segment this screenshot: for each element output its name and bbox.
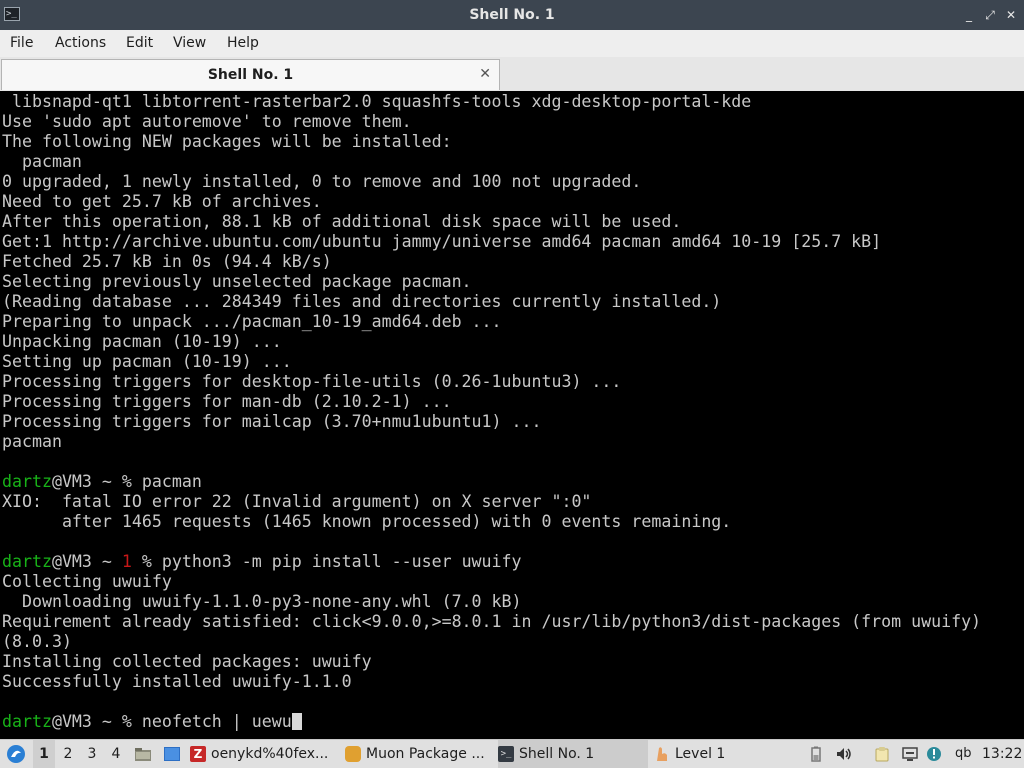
tab-close-icon[interactable]: ✕ [479, 65, 491, 83]
task-filezilla[interactable]: Z oenykd%40fex... [190, 740, 340, 768]
menu-edit[interactable]: Edit [126, 30, 153, 57]
notification-icon[interactable] [926, 746, 942, 762]
terminal-line: dartz@VM3 ~ 1 % python3 -m pip install -… [2, 552, 981, 572]
terminal-line: Need to get 25.7 kB of archives. [2, 192, 322, 211]
terminal-line: 0 upgraded, 1 newly installed, 0 to remo… [2, 172, 642, 191]
terminal-cursor [291, 713, 302, 730]
terminal-line: Processing triggers for mailcap (3.70+nm… [2, 412, 542, 431]
task-label: oenykd%40fex... [211, 746, 329, 762]
lubuntu-logo-icon [7, 745, 25, 763]
window-title: Shell No. 1 [469, 7, 555, 23]
pacman-game-icon [657, 747, 667, 761]
minimize-button[interactable]: _ [960, 6, 978, 24]
task-label: Muon Package ... [366, 746, 485, 762]
terminal-line: After this operation, 88.1 kB of additio… [2, 212, 682, 231]
prompt-host: @VM3 ~ [51, 712, 122, 731]
terminal-line: Setting up pacman (10-19) ... [2, 352, 292, 371]
terminal-line: dartz@VM3 ~ % pacman [2, 472, 981, 492]
terminal-line: Successfully installed uwuify-1.1.0 [2, 672, 352, 691]
terminal-line: Preparing to unpack .../pacman_10-19_amd… [2, 312, 502, 331]
terminal-line: Processing triggers for desktop-file-uti… [2, 372, 622, 391]
window-titlebar[interactable]: >_ Shell No. 1 _ ⤢ ✕ [0, 0, 1024, 30]
prompt-user: dartz [2, 712, 52, 731]
file-manager-launcher[interactable] [132, 740, 154, 768]
terminal-line: The following NEW packages will be insta… [2, 132, 452, 151]
terminal-line: Get:1 http://archive.ubuntu.com/ubuntu j… [2, 232, 882, 251]
terminal-view[interactable]: libsnapd-qt1 libtorrent-rasterbar2.0 squ… [0, 91, 1024, 739]
task-shell-no-1[interactable]: >_ Shell No. 1 [498, 740, 648, 768]
prompt-command: pacman [141, 472, 202, 491]
prompt-command: neofetch | uewu [141, 712, 292, 731]
task-label: Shell No. 1 [519, 746, 595, 762]
workspace-4[interactable]: 4 [105, 740, 127, 768]
prompt-host: @VM3 ~ [51, 472, 122, 491]
terminal-line: pacman [2, 152, 82, 171]
prompt-symbol: % [121, 472, 142, 491]
terminal-line: libsnapd-qt1 libtorrent-rasterbar2.0 squ… [2, 92, 752, 111]
file-manager-icon [135, 748, 151, 761]
menu-help[interactable]: Help [227, 30, 259, 57]
tab-bar: Shell No. 1 ✕ [0, 57, 1024, 91]
terminal-output: libsnapd-qt1 libtorrent-rasterbar2.0 squ… [2, 92, 981, 732]
menu-file[interactable]: File [10, 30, 33, 57]
menu-bar: File Actions Edit View Help [0, 30, 1024, 58]
muon-package-icon [345, 746, 361, 762]
battery-icon[interactable] [808, 746, 824, 762]
terminal-line: dartz@VM3 ~ % neofetch | uewu [2, 712, 981, 732]
terminal-line: Downloading uwuify-1.1.0-py3-none-any.wh… [2, 592, 522, 611]
terminal-line: Unpacking pacman (10-19) ... [2, 332, 282, 351]
qbittorrent-tray[interactable]: qb [955, 740, 975, 768]
close-button[interactable]: ✕ [1002, 6, 1020, 24]
taskbar: 1 2 3 4 Z oenykd%40fex... Muon Package .… [0, 739, 1024, 768]
prompt-host: @VM3 ~ [51, 552, 122, 571]
terminal-line: Fetched 25.7 kB in 0s (94.4 kB/s) [2, 252, 332, 271]
show-desktop-button[interactable] [160, 740, 184, 768]
prompt-user: dartz [2, 472, 52, 491]
terminal-line: Requirement already satisfied: click<9.0… [2, 612, 982, 631]
task-muon-package-manager[interactable]: Muon Package ... [345, 740, 493, 768]
workspace-1[interactable]: 1 [33, 740, 55, 768]
menu-actions[interactable]: Actions [55, 30, 106, 57]
menu-view[interactable]: View [173, 30, 206, 57]
filezilla-icon: Z [190, 746, 206, 762]
terminal-line: after 1465 requests (1465 known processe… [2, 512, 732, 531]
volume-icon[interactable] [836, 746, 852, 762]
prompt-command: python3 -m pip install --user uwuify [161, 552, 522, 571]
workspace-2[interactable]: 2 [57, 740, 79, 768]
clock[interactable]: 13:22 [982, 740, 1022, 768]
tab-label: Shell No. 1 [207, 67, 294, 83]
terminal-line: Processing triggers for man-db (2.10.2-1… [2, 392, 452, 411]
terminal-line: Collecting uwuify [2, 572, 172, 591]
task-level-1[interactable]: Level 1 [654, 740, 804, 768]
show-desktop-icon [164, 747, 180, 761]
task-label: Level 1 [675, 746, 726, 762]
terminal-line: (Reading database ... 284349 files and d… [2, 292, 722, 311]
terminal-line: Use 'sudo apt autoremove' to remove them… [2, 112, 412, 131]
terminal-line: Installing collected packages: uwuify [2, 652, 372, 671]
tab-shell-no-1[interactable]: Shell No. 1 ✕ [1, 59, 500, 90]
prompt-exit-status: 1 [121, 552, 142, 571]
terminal-line: (8.0.3) [2, 632, 72, 651]
clipboard-icon[interactable] [874, 746, 890, 762]
maximize-button[interactable]: ⤢ [981, 6, 999, 24]
prompt-symbol: % [121, 712, 142, 731]
workspace-3[interactable]: 3 [81, 740, 103, 768]
terminal-line: pacman [2, 432, 62, 451]
terminal-line: Selecting previously unselected package … [2, 272, 472, 291]
prompt-user: dartz [2, 552, 52, 571]
start-menu-button[interactable] [4, 740, 28, 768]
terminal-line: XIO: fatal IO error 22 (Invalid argument… [2, 492, 592, 511]
prompt-symbol: % [141, 552, 162, 571]
terminal-icon: >_ [498, 746, 514, 762]
network-icon[interactable] [902, 746, 918, 762]
